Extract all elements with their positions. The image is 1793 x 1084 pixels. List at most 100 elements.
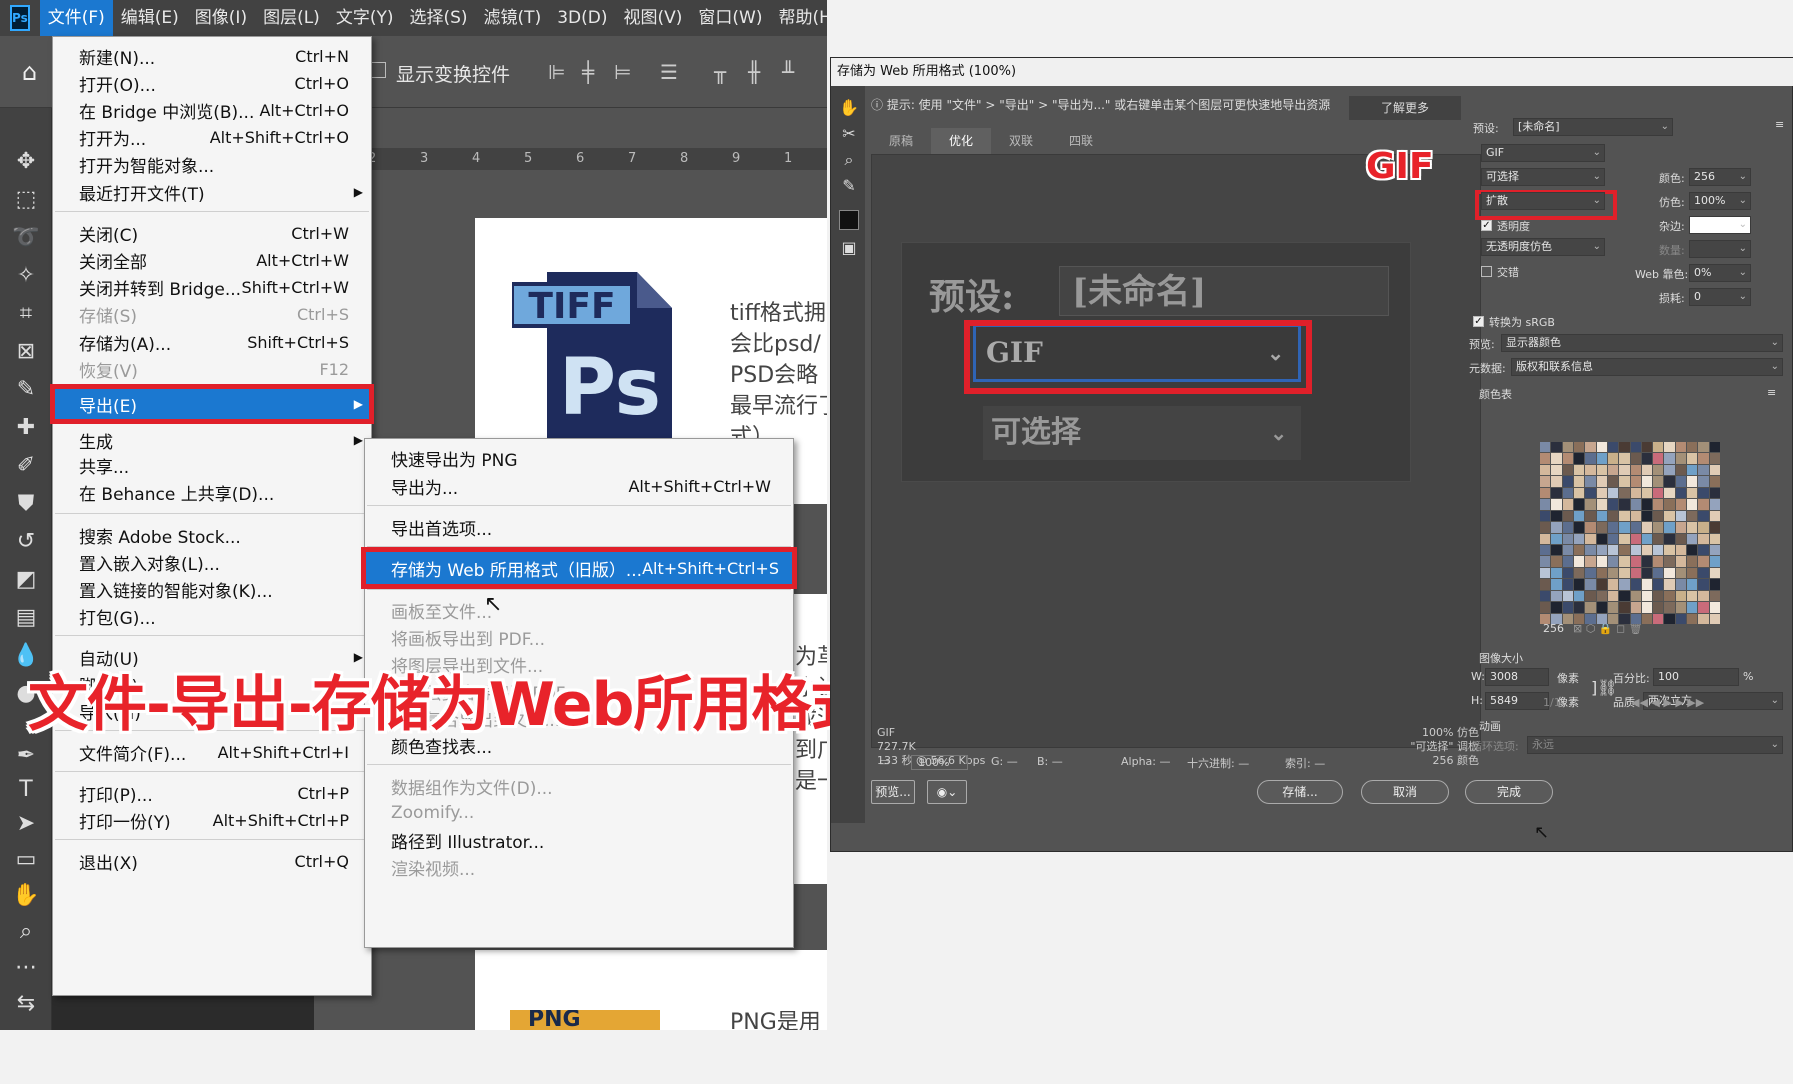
palette-swatch[interactable] [1630,590,1641,602]
palette-swatch[interactable] [1596,567,1607,579]
shape-tool-icon[interactable]: ▭ [10,844,42,876]
palette-swatch[interactable] [1698,499,1709,510]
palette-swatch[interactable] [1653,464,1664,476]
palette-swatch[interactable] [1653,476,1664,487]
menu-item-share[interactable]: 共享... [53,450,371,480]
menu-item-browse-bridge[interactable]: 在 Bridge 中浏览(B)... Alt+Ctrl+O [53,95,371,125]
palette-swatch[interactable] [1687,442,1698,453]
menu-item-artboards-to-files[interactable]: 画板至文件... [365,595,793,625]
type-tool-icon[interactable]: T [10,774,42,806]
home-icon[interactable]: ⌂ [22,58,37,86]
tab-4-up[interactable]: 四联 [1051,128,1111,154]
palette-swatch[interactable] [1698,476,1709,487]
palette-swatch[interactable] [1619,510,1630,522]
hand-tool-icon[interactable]: ✋ [10,880,42,912]
swap-colors-icon[interactable]: ⇆ [10,988,42,1020]
palette-swatch[interactable] [1551,579,1562,590]
palette-swatch[interactable] [1607,510,1619,522]
palette-swatch[interactable] [1562,544,1573,556]
palette-swatch[interactable] [1675,556,1687,567]
palette-swatch[interactable] [1641,602,1653,613]
menu-type[interactable]: 文字(Y) [328,0,402,36]
magic-wand-icon[interactable]: ✧ [10,260,42,292]
palette-swatch[interactable] [1709,556,1720,567]
palette-swatch[interactable] [1562,613,1573,624]
menu-item-datasets[interactable]: 数据组作为文件(D)... [365,771,793,801]
palette-swatch[interactable] [1551,510,1562,522]
palette-swatch[interactable] [1596,510,1607,522]
menu-item-zoomify[interactable]: Zoomify... [365,798,793,828]
palette-swatch[interactable] [1607,476,1619,487]
palette-swatch[interactable] [1585,544,1596,556]
palette-swatch[interactable] [1630,579,1641,590]
palette-swatch[interactable] [1653,544,1664,556]
done-button[interactable]: 完成 [1465,780,1553,804]
palette-swatch[interactable] [1641,613,1653,624]
palette-swatch[interactable] [1573,464,1585,476]
palette-swatch[interactable] [1653,487,1664,499]
palette-swatch[interactable] [1675,510,1687,522]
cancel-button[interactable]: 取消 [1361,780,1449,804]
palette-swatch[interactable] [1687,556,1698,567]
palette-swatch[interactable] [1630,442,1641,453]
palette-swatch[interactable] [1653,533,1664,544]
palette-swatch[interactable] [1664,533,1675,544]
palette-swatch[interactable] [1551,499,1562,510]
palette-swatch[interactable] [1573,453,1585,464]
palette-swatch[interactable] [1675,602,1687,613]
palette-swatch[interactable] [1675,487,1687,499]
eyedropper-color-swatch[interactable] [839,210,859,230]
lasso-tool-icon[interactable]: ➰ [10,222,42,254]
palette-swatch[interactable] [1540,533,1551,544]
palette-swatch[interactable] [1687,533,1698,544]
palette-swatch[interactable] [1596,533,1607,544]
palette-swatch[interactable] [1709,579,1720,590]
palette-swatch[interactable] [1596,602,1607,613]
palette-swatch[interactable] [1607,602,1619,613]
palette-swatch[interactable] [1573,602,1585,613]
palette-swatch[interactable] [1585,533,1596,544]
palette-swatch[interactable] [1551,556,1562,567]
palette-swatch[interactable] [1687,510,1698,522]
palette-swatch[interactable] [1664,590,1675,602]
matte-dither-select[interactable]: 无透明度仿色 ⌄ [1481,238,1605,256]
menu-item-revert[interactable]: 恢复(V) F12 [53,354,371,384]
palette-swatch[interactable] [1675,544,1687,556]
palette-swatch[interactable] [1540,476,1551,487]
menu-item-export[interactable]: 导出(E) ▶ [50,384,374,424]
menu-help[interactable]: 帮助(H [770,0,827,36]
palette-swatch[interactable] [1709,510,1720,522]
palette-swatch[interactable] [1551,453,1562,464]
palette-swatch[interactable] [1641,567,1653,579]
align-middle-icon[interactable]: ╫ [748,60,760,84]
palette-swatch[interactable] [1630,544,1641,556]
palette-swatch[interactable] [1619,544,1630,556]
palette-swatch[interactable] [1664,499,1675,510]
palette-swatch[interactable] [1540,602,1551,613]
palette-swatch[interactable] [1709,453,1720,464]
palette-swatch[interactable] [1687,522,1698,533]
palette-swatch[interactable] [1596,579,1607,590]
palette-swatch[interactable] [1664,510,1675,522]
palette-swatch[interactable] [1596,499,1607,510]
palette-swatch[interactable] [1619,533,1630,544]
matte-color-field[interactable]: ⌄ [1689,216,1751,234]
palette-swatch[interactable] [1687,579,1698,590]
menu-item-open-as[interactable]: 打开为... Alt+Shift+Ctrl+O [53,122,371,152]
interlaced-checkbox[interactable] [1481,266,1492,277]
path-select-icon[interactable]: ➤ [10,808,42,840]
palette-swatch[interactable] [1562,533,1573,544]
palette-swatch[interactable] [1664,613,1675,624]
palette-swatch[interactable] [1619,613,1630,624]
palette-swatch[interactable] [1675,453,1687,464]
palette-swatch[interactable] [1607,499,1619,510]
palette-swatch[interactable] [1562,556,1573,567]
palette-swatch[interactable] [1664,522,1675,533]
palette-swatch[interactable] [1607,533,1619,544]
zoom-out-icon[interactable]: ▭ [879,755,889,768]
palette-swatch[interactable] [1653,510,1664,522]
slice-select-icon[interactable]: ✂ [839,124,859,144]
palette-swatch[interactable] [1653,453,1664,464]
tab-2-up[interactable]: 双联 [991,128,1051,154]
palette-swatch[interactable] [1607,544,1619,556]
